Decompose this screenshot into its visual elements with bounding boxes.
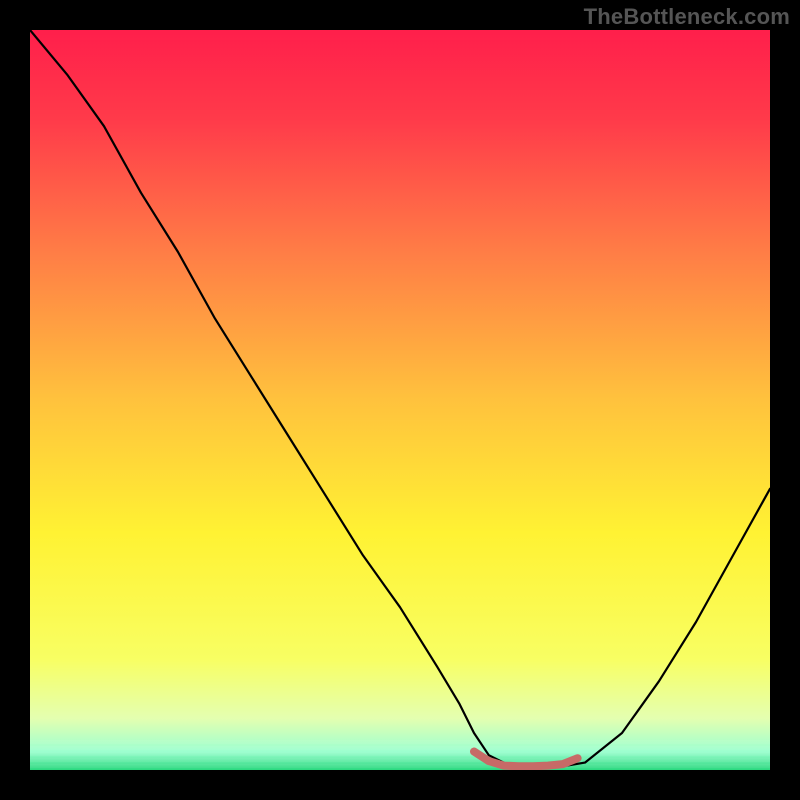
chart-container: TheBottleneck.com (0, 0, 800, 800)
gradient-background (30, 30, 770, 770)
bottom-band-stripe (30, 740, 770, 744)
watermark-text: TheBottleneck.com (584, 4, 790, 30)
plot-area (30, 30, 770, 770)
bottom-band-stripe (30, 752, 770, 756)
bottom-band-stripe (30, 764, 770, 768)
bottom-band-stripe (30, 746, 770, 750)
bottom-band-stripe (30, 758, 770, 762)
bottleneck-chart-svg (30, 30, 770, 770)
